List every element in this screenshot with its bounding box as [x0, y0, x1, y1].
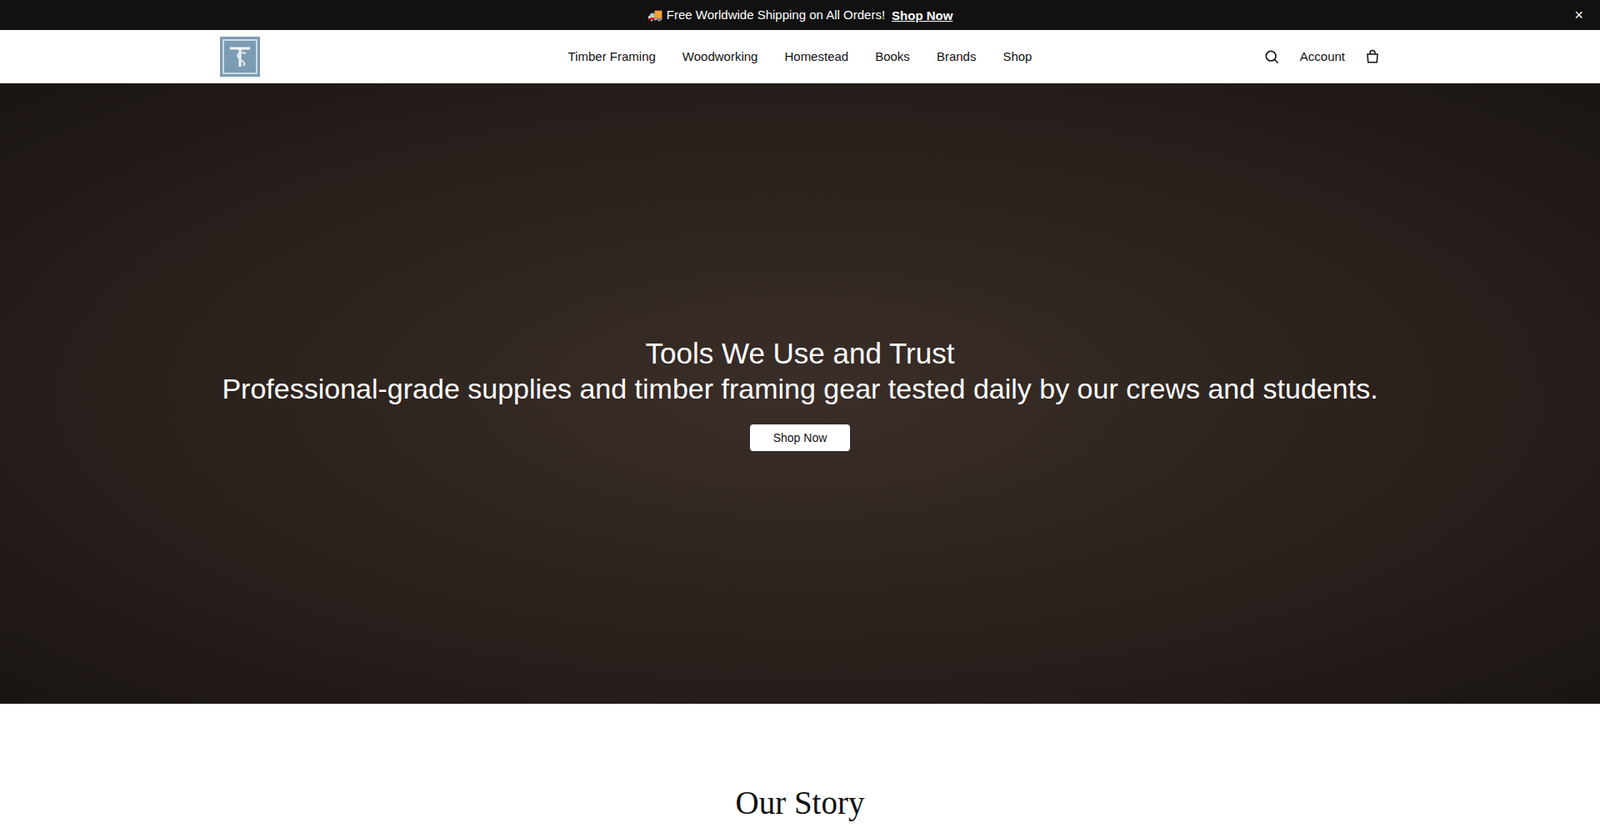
hero-button[interactable]: Shop Now — [750, 424, 851, 451]
header: Timber Framing Woodworking Homestead Books B… — [0, 30, 1600, 84]
nav-item[interactable]: Timber Framing — [568, 49, 656, 64]
story-title: Our Story — [735, 783, 865, 821]
main-nav: Timber Framing Woodworking Homestead Books B… — [568, 49, 1033, 64]
account-link[interactable]: Account — [1300, 49, 1345, 64]
header-actions: Account — [1031, 48, 1380, 65]
logo-icon — [220, 36, 260, 77]
nav-item[interactable]: Brands — [936, 49, 977, 64]
page: 🚚 Free Worldwide Shipping on All Orders!… — [0, 0, 1600, 828]
search-icon — [1263, 48, 1280, 65]
close-button[interactable]: × — [1570, 5, 1587, 25]
announcement-text: 🚚 Free Worldwide Shipping on All Orders! — [647, 7, 886, 23]
hero-title: Tools We Use and Trust — [645, 335, 955, 371]
hero: Tools We Use and TrustProfessional-grade… — [0, 83, 1600, 704]
nav-item[interactable]: Homestead — [784, 49, 849, 64]
nav-item[interactable]: Books — [875, 49, 910, 64]
announcement-link[interactable]: Shop Now — [891, 8, 953, 23]
nav-item[interactable]: Woodworking — [682, 49, 759, 64]
story-section: Our Story — [0, 703, 1600, 828]
announcement-bar: 🚚 Free Worldwide Shipping on All Orders!… — [0, 0, 1600, 30]
bag-icon — [1365, 49, 1380, 65]
hero-subtitle: Professional-grade supplies and timber f… — [221, 370, 1378, 407]
cart-button[interactable] — [1365, 49, 1380, 65]
logo[interactable] — [220, 36, 260, 77]
search-button[interactable] — [1263, 48, 1280, 65]
nav-item[interactable]: Shop — [1002, 49, 1032, 64]
